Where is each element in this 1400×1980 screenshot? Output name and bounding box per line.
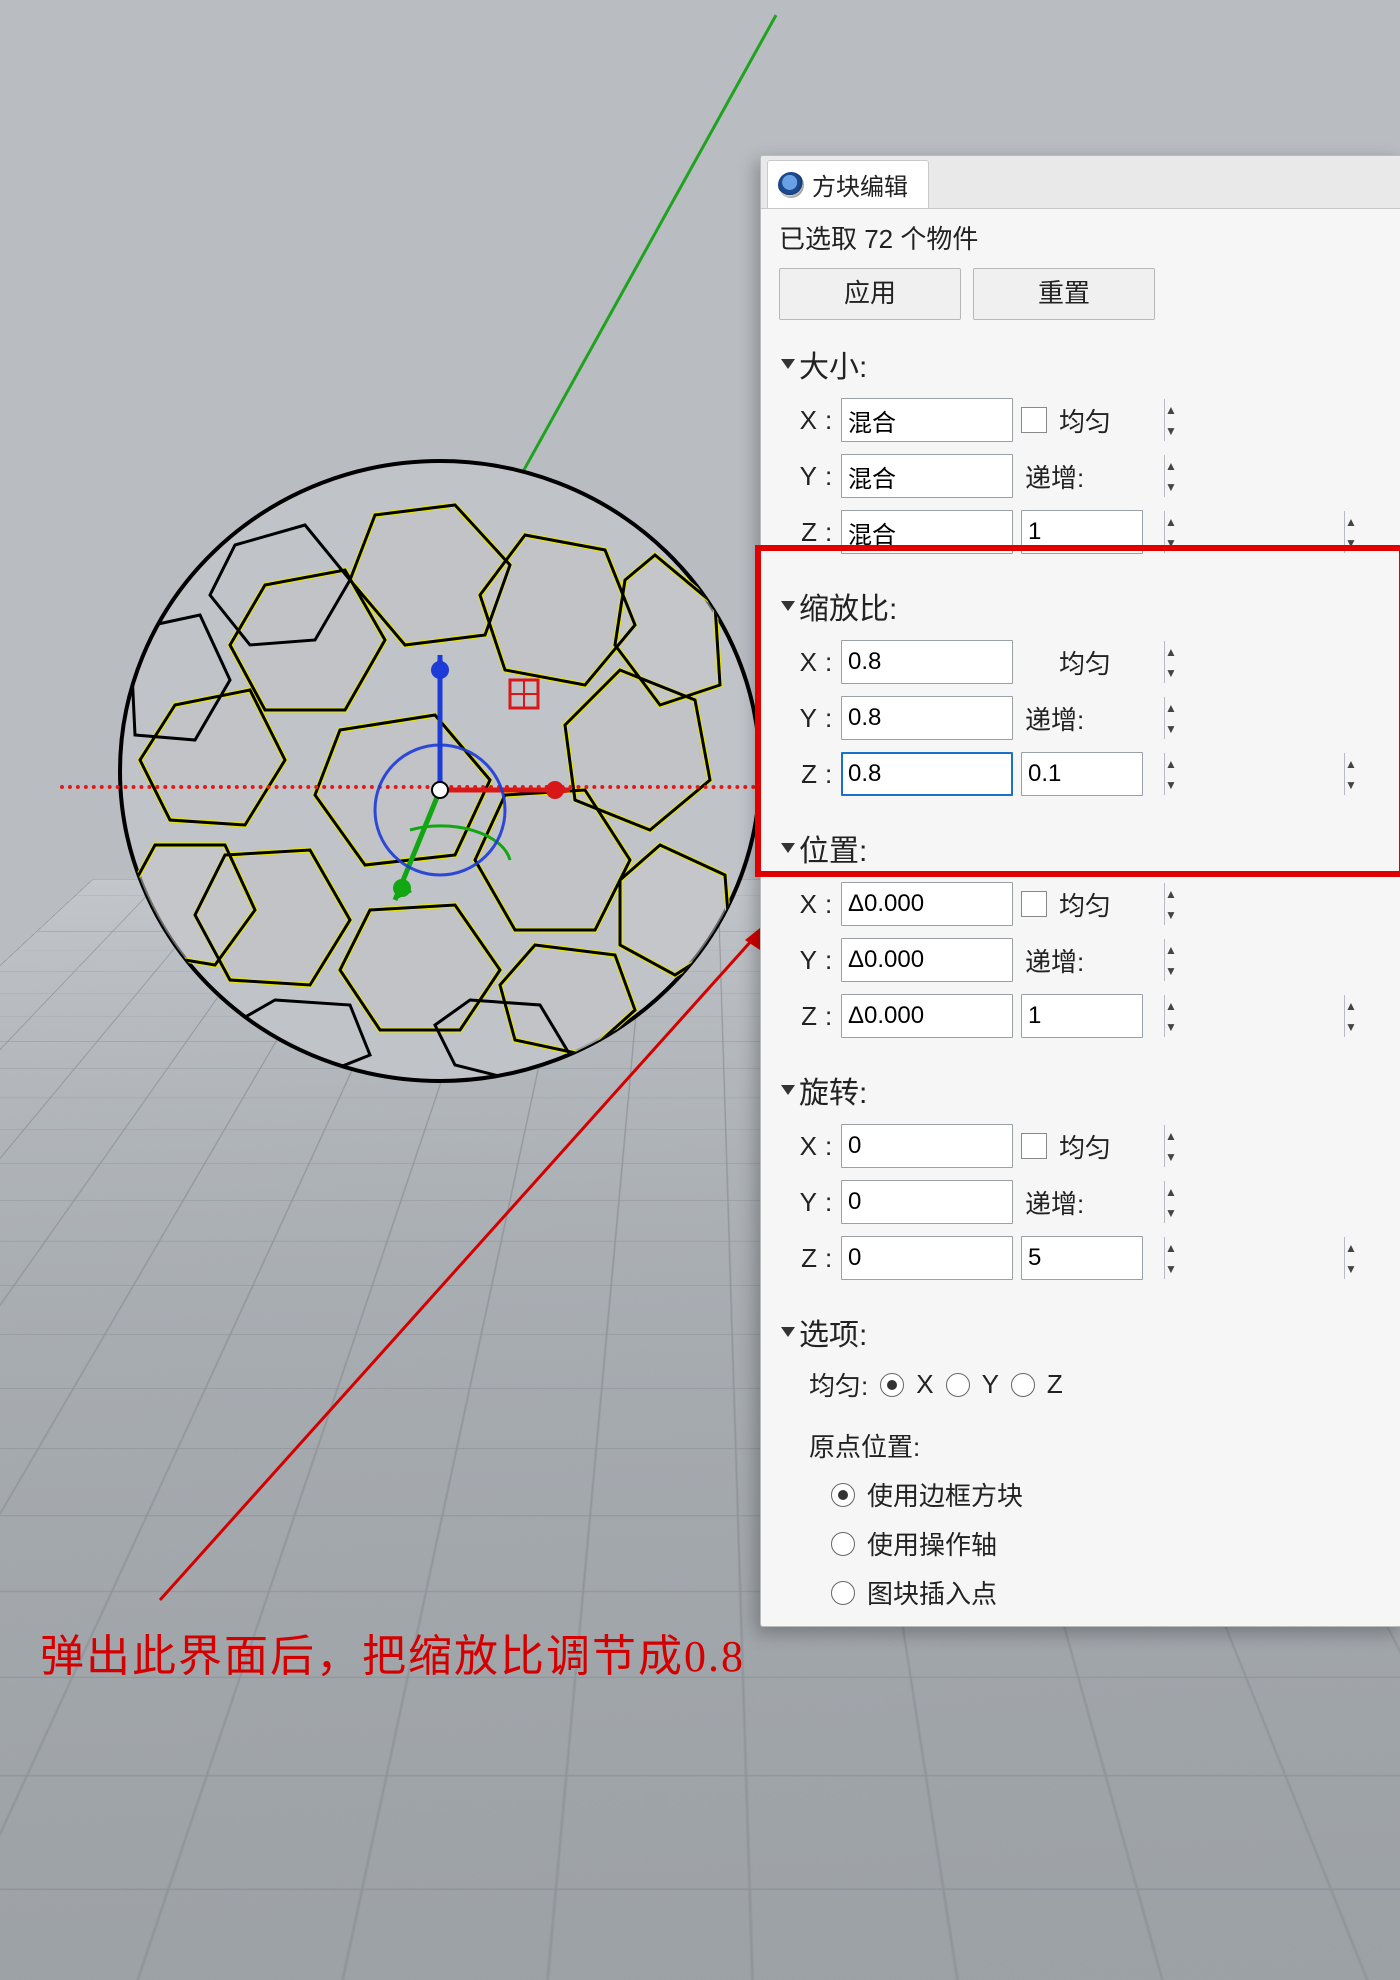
uniform-axis-x-radio[interactable]: [880, 1373, 904, 1397]
uniform-label: 均匀: [1055, 886, 1111, 923]
origin-gumball-radio[interactable]: [831, 1532, 855, 1556]
rotation-title[interactable]: 旋转:: [783, 1056, 1399, 1118]
panel-tabbar: 方块编辑: [761, 156, 1400, 209]
annotation-arrow: [120, 900, 800, 1620]
axis-z-label: Z: [1047, 1369, 1063, 1400]
size-section: 大小: X: ▲▼ 均匀 Y: ▲▼ 递增: Z: ▲▼: [761, 324, 1400, 566]
axis-y-label: Y: [982, 1369, 999, 1400]
reset-button[interactable]: 重置: [973, 268, 1155, 320]
size-title[interactable]: 大小:: [783, 330, 1399, 392]
options-title[interactable]: 选项:: [783, 1298, 1399, 1360]
spinner-arrows-icon[interactable]: ▲▼: [1164, 455, 1177, 497]
spinner-arrows-icon[interactable]: ▲▼: [1164, 1125, 1177, 1167]
scale-section: 缩放比: X: ▲▼ 均匀 Y: ▲▼ 递增: Z: ▲▼: [761, 566, 1400, 808]
x-axis-dotted: [60, 785, 780, 789]
position-x-input[interactable]: ▲▼: [841, 882, 1013, 926]
uniform-axis-label: 均匀:: [809, 1366, 868, 1403]
scale-title[interactable]: 缩放比:: [783, 572, 1399, 634]
spinner-arrows-icon[interactable]: ▲▼: [1164, 399, 1177, 441]
origin-opt3-label: 图块插入点: [867, 1574, 997, 1611]
tab-box-edit[interactable]: 方块编辑: [767, 160, 929, 208]
box-edit-panel: 方块编辑 已选取 72 个物件 应用 重置 大小: X: ▲▼ 均匀 Y: ▲▼…: [760, 155, 1400, 1627]
origin-blockinsert-radio[interactable]: [831, 1581, 855, 1605]
position-uniform-checkbox[interactable]: [1021, 891, 1047, 917]
scale-z-input[interactable]: ▲▼: [841, 752, 1013, 796]
size-uniform-checkbox[interactable]: [1021, 407, 1047, 433]
rotation-y-input[interactable]: ▲▼: [841, 1180, 1013, 1224]
origin-label: 原点位置:: [809, 1427, 920, 1464]
uniform-label: 均匀: [1055, 644, 1111, 681]
uniform-axis-y-radio[interactable]: [946, 1373, 970, 1397]
scale-y-input[interactable]: ▲▼: [841, 696, 1013, 740]
spinner-arrows-icon[interactable]: ▲▼: [1164, 883, 1177, 925]
spinner-arrows-icon[interactable]: ▲▼: [1344, 753, 1357, 795]
uniform-label: 均匀: [1055, 1128, 1111, 1165]
position-z-input[interactable]: ▲▼: [841, 994, 1013, 1038]
annotation-caption: 弹出此界面后，把缩放比调节成0.8: [40, 1620, 745, 1684]
scale-x-input[interactable]: ▲▼: [841, 640, 1013, 684]
tab-label: 方块编辑: [812, 167, 908, 202]
spinner-arrows-icon[interactable]: ▲▼: [1164, 939, 1177, 981]
options-section: 选项: 均匀: X Y Z 原点位置: 使用边框方块 使用操作轴 图块插入点: [761, 1292, 1400, 1623]
uniform-label: 均匀: [1055, 402, 1111, 439]
spinner-arrows-icon[interactable]: ▲▼: [1344, 511, 1357, 553]
spinner-arrows-icon[interactable]: ▲▼: [1164, 641, 1177, 683]
size-x-input[interactable]: ▲▼: [841, 398, 1013, 442]
origin-bbox-radio[interactable]: [831, 1483, 855, 1507]
scale-increment-input[interactable]: ▲▼: [1021, 752, 1143, 796]
position-title[interactable]: 位置:: [783, 814, 1399, 876]
position-increment-input[interactable]: ▲▼: [1021, 994, 1143, 1038]
rotation-uniform-checkbox[interactable]: [1021, 1133, 1047, 1159]
apply-button[interactable]: 应用: [779, 268, 961, 320]
size-z-input[interactable]: ▲▼: [841, 510, 1013, 554]
spinner-arrows-icon[interactable]: ▲▼: [1344, 1237, 1357, 1279]
origin-opt2-label: 使用操作轴: [867, 1525, 997, 1562]
rotation-increment-input[interactable]: ▲▼: [1021, 1236, 1143, 1280]
position-y-input[interactable]: ▲▼: [841, 938, 1013, 982]
selection-status: 已选取 72 个物件: [761, 209, 1400, 268]
uniform-axis-z-radio[interactable]: [1011, 1373, 1035, 1397]
increment-label: 递增:: [1021, 458, 1084, 495]
spinner-arrows-icon[interactable]: ▲▼: [1164, 697, 1177, 739]
rotation-section: 旋转: X: ▲▼ 均匀 Y: ▲▼ 递增: Z: ▲▼: [761, 1050, 1400, 1292]
increment-label: 递增:: [1021, 700, 1084, 737]
rotation-z-input[interactable]: ▲▼: [841, 1236, 1013, 1280]
cube-icon: [778, 172, 804, 198]
increment-label: 递增:: [1021, 1184, 1084, 1221]
size-y-input[interactable]: ▲▼: [841, 454, 1013, 498]
increment-label: 递增:: [1021, 942, 1084, 979]
spinner-arrows-icon[interactable]: ▲▼: [1344, 995, 1357, 1037]
origin-opt1-label: 使用边框方块: [867, 1476, 1023, 1513]
rotation-x-input[interactable]: ▲▼: [841, 1124, 1013, 1168]
axis-x-label: X: [916, 1369, 933, 1400]
size-increment-input[interactable]: ▲▼: [1021, 510, 1143, 554]
position-section: 位置: X: ▲▼ 均匀 Y: ▲▼ 递增: Z: ▲▼: [761, 808, 1400, 1050]
spinner-arrows-icon[interactable]: ▲▼: [1164, 1181, 1177, 1223]
